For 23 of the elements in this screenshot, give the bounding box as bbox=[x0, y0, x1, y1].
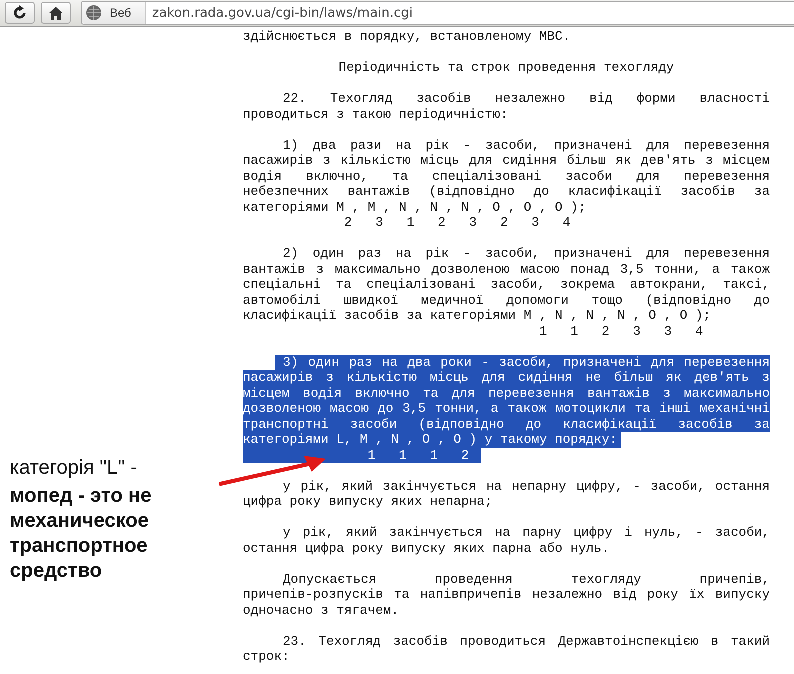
globe-icon bbox=[86, 5, 102, 21]
reload-button[interactable] bbox=[5, 2, 35, 24]
paragraph: у рік, який закінчується на парну цифру і нуль, - засоби, остання цифра року випуску яких парна або нуль. bbox=[243, 525, 770, 556]
annotation-caption: категорія "L" - bbox=[10, 457, 138, 480]
section-heading: Періодичність та строк проведення техогляду bbox=[338, 60, 676, 76]
paragraph: Допускається проведення техогляду причепів, причепів-розпусків та напівпричепів незалежно від року їх випуску одночасно з тягачем. bbox=[243, 572, 770, 618]
category-indices: 1 1 1 2 bbox=[243, 448, 482, 463]
url-field[interactable]: zakon.rada.gov.ua/cgi-bin/laws/main.cgi bbox=[146, 4, 794, 22]
paragraph: 23. Техогляд засобів проводиться Державтоінспекцією в такий строк: bbox=[243, 634, 770, 664]
paragraph: у рік, який закінчується на непарну цифру, - засоби, остання цифра року випуску яких непарна; bbox=[243, 478, 770, 510]
home-icon bbox=[48, 6, 64, 20]
paragraph: 2) один раз на рік - засоби, призначені для перевезення вантажів з максимально дозволеною масою понад 3,5 тонни, а також спеціальні та спеціалізовані засоби, зокрема автокрани, таксі, автомобілі швидкої медичної допомоги тощо (відповідно до класифікації засобів за категоріями M , N , N , N , O , O ); bbox=[243, 246, 770, 324]
paragraph: здійснюється в порядку, встановленому МВС. bbox=[243, 29, 572, 44]
paragraph: 22. Техогляд засобів незалежно від форми власності проводиться з такою періодичністю: bbox=[243, 91, 770, 122]
address-bar[interactable]: Веб zakon.rada.gov.ua/cgi-bin/laws/main.cgi bbox=[81, 1, 794, 25]
zone-label: Веб bbox=[110, 6, 132, 20]
category-indices: 1 1 2 3 3 4 bbox=[538, 324, 704, 339]
annotation-note: мопед - это не механическое транспортное средство bbox=[10, 484, 153, 584]
selected-paragraph: 3) один раз на два роки - засоби, призначені для перевезення пасажирів з кількістю місць для сидіння не більш як дев'ять з місцем водія включно та для перевезення вантажів з максимально дозволеною масою до 3,5 тонни, а також мотоцикли та інші механічні транспортні засоби (відповідно до класифікації засобів за категоріями L, M , N , O , O ) у такому порядку: bbox=[243, 354, 770, 448]
paragraph: 1) два рази на рік - засоби, призначені для перевезення пасажирів з кількістю місць для сидіння більш як дев'ять з місцем водія включно, та спеціалізовані засоби для перевезення небезпечних вантажів (відповідно до класифікації засобів за категоріями M , M , N , N , N , O , O , O ); bbox=[243, 138, 770, 215]
home-button[interactable] bbox=[41, 2, 71, 24]
reload-icon bbox=[12, 5, 28, 21]
category-indices: 2 3 1 2 3 2 3 4 bbox=[343, 215, 571, 230]
